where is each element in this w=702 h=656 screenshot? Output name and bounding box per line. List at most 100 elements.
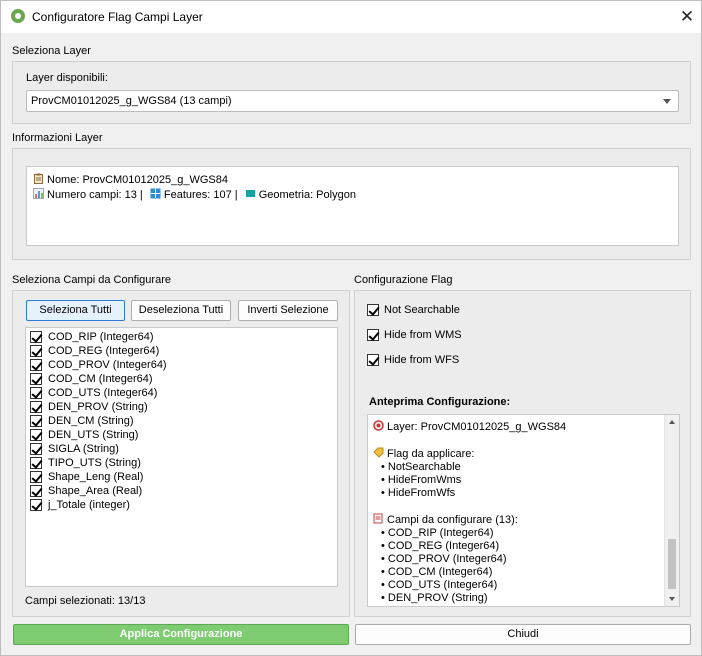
checkbox-icon[interactable] — [30, 415, 42, 427]
checkbox-icon[interactable] — [30, 485, 42, 497]
qgis-logo-icon — [11, 9, 25, 23]
layer-info-box: Nome: ProvCM01012025_g_WGS84 Numero camp… — [26, 166, 679, 246]
checkbox-icon[interactable] — [30, 471, 42, 483]
preview-bullet-item: • HideFromWfs — [373, 487, 663, 500]
flag-hide-wms-label: Hide from WMS — [384, 329, 462, 341]
section-title-layer: Seleziona Layer — [12, 45, 91, 57]
field-label: COD_RIP (Integer64) — [48, 331, 154, 343]
polygon-icon — [245, 190, 255, 197]
preview-fields-heading: Campi da configurare (13): — [373, 513, 663, 527]
bullet-icon: • — [381, 487, 388, 499]
scroll-up-icon[interactable] — [669, 420, 675, 424]
checkbox-icon[interactable] — [30, 457, 42, 469]
layer-dropdown-value: ProvCM01012025_g_WGS84 (13 campi) — [31, 95, 232, 107]
deselect-all-button[interactable]: Deseleziona Tutti — [131, 300, 231, 321]
layer-name-text: Nome: ProvCM01012025_g_WGS84 — [47, 174, 228, 186]
bullet-text: DEN_PROV (String) — [387, 592, 488, 604]
title-bar: Configuratore Flag Campi Layer ✕ — [1, 1, 701, 33]
flag-not-searchable[interactable]: Not Searchable — [367, 302, 460, 318]
field-checkbox-row[interactable]: Shape_Leng (Real) — [26, 470, 337, 484]
checkbox-icon[interactable] — [30, 345, 42, 357]
bullet-text: COD_REG (Integer64) — [387, 540, 500, 552]
field-checkbox-row[interactable]: DEN_PROV (String) — [26, 400, 337, 414]
preview-flags-heading-text: Flag da applicare: — [387, 448, 475, 460]
field-checkbox-row[interactable]: COD_RIP (Integer64) — [26, 330, 337, 344]
field-checkbox-row[interactable]: DEN_UTS (String) — [26, 428, 337, 442]
preview-fields-heading-text: Campi da configurare (13): — [387, 514, 518, 526]
section-title-fields: Seleziona Campi da Configurare — [12, 274, 171, 286]
field-checkbox-row[interactable]: COD_REG (Integer64) — [26, 344, 337, 358]
checkbox-icon[interactable] — [30, 429, 42, 441]
checkbox-icon[interactable] — [367, 354, 379, 366]
checkbox-icon[interactable] — [30, 401, 42, 413]
field-checkbox-row[interactable]: TIPO_UTS (String) — [26, 456, 337, 470]
field-checkbox-row[interactable]: j_Totale (integer) — [26, 498, 337, 512]
layer-select-label: Layer disponibili: — [26, 72, 108, 84]
bullet-text: NotSearchable — [387, 461, 461, 473]
preview-scrollbar[interactable] — [664, 415, 679, 606]
field-label: TIPO_UTS (String) — [48, 457, 141, 469]
layer-name-line: Nome: ProvCM01012025_g_WGS84 — [33, 173, 672, 188]
field-checkbox-row[interactable]: DEN_CM (String) — [26, 414, 337, 428]
layer-dropdown[interactable]: ProvCM01012025_g_WGS84 (13 campi) — [26, 90, 679, 112]
checkbox-icon[interactable] — [30, 359, 42, 371]
bullet-text: COD_CM (Integer64) — [387, 566, 493, 578]
preview-bullet-item: • HideFromWms — [373, 474, 663, 487]
preview-bullet-item: • COD_CM (Integer64) — [373, 566, 663, 579]
bullet-icon: • — [381, 540, 388, 552]
preview-layer-text: Layer: ProvCM01012025_g_WGS84 — [387, 421, 567, 433]
flag-hide-wms[interactable]: Hide from WMS — [367, 327, 462, 343]
geometry-text: Geometria: Polygon — [258, 189, 356, 201]
field-label: COD_UTS (Integer64) — [48, 387, 158, 399]
preview-bullet-item: • COD_PROV (Integer64) — [373, 553, 663, 566]
target-icon — [373, 420, 384, 431]
bullet-icon: • — [381, 566, 388, 578]
preview-bullet-item: • DEN_PROV (String) — [373, 592, 663, 605]
close-dialog-button[interactable]: Chiudi — [355, 624, 691, 645]
section-title-info: Informazioni Layer — [12, 132, 103, 144]
bullet-icon: • — [381, 579, 388, 591]
tag-icon — [373, 447, 384, 458]
field-checkbox-row[interactable]: COD_CM (Integer64) — [26, 372, 337, 386]
invert-selection-button[interactable]: Inverti Selezione — [238, 300, 338, 321]
memo-icon — [373, 513, 383, 524]
bullet-text: HideFromWms — [387, 474, 462, 486]
scroll-down-icon[interactable] — [669, 597, 675, 601]
field-checkbox-row[interactable]: SIGLA (String) — [26, 442, 337, 456]
preview-content: Layer: ProvCM01012025_g_WGS84 Flag da ap… — [373, 420, 663, 605]
checkbox-icon[interactable] — [30, 331, 42, 343]
clipboard-icon — [34, 173, 43, 184]
scroll-thumb[interactable] — [668, 539, 676, 589]
preview-box[interactable]: Layer: ProvCM01012025_g_WGS84 Flag da ap… — [367, 414, 680, 607]
bar-chart-icon — [33, 188, 44, 199]
preview-layer-line: Layer: ProvCM01012025_g_WGS84 — [373, 420, 663, 434]
bullet-icon: • — [381, 553, 388, 565]
checkbox-icon[interactable] — [30, 387, 42, 399]
bullet-icon: • — [381, 527, 388, 539]
field-label: DEN_UTS (String) — [48, 429, 139, 441]
checkbox-icon[interactable] — [30, 443, 42, 455]
fields-count-text: Numero campi: 13 | — [47, 189, 143, 201]
bullet-icon: • — [381, 461, 388, 473]
flag-hide-wfs[interactable]: Hide from WFS — [367, 352, 459, 368]
grid-icon — [150, 188, 161, 199]
field-label: j_Totale (integer) — [48, 499, 130, 511]
field-checkbox-row[interactable]: COD_UTS (Integer64) — [26, 386, 337, 400]
field-checkbox-row[interactable]: COD_PROV (Integer64) — [26, 358, 337, 372]
apply-configuration-button[interactable]: Applica Configurazione — [13, 624, 349, 645]
field-label: COD_CM (Integer64) — [48, 373, 153, 385]
layer-stats-line: Numero campi: 13 | Features: 107 | Geome… — [33, 188, 672, 203]
checkbox-icon[interactable] — [367, 304, 379, 316]
fields-list[interactable]: COD_RIP (Integer64) COD_REG (Integer64) CO… — [25, 327, 338, 587]
select-all-button[interactable]: Seleziona Tutti — [26, 300, 125, 321]
selected-count: Campi selezionati: 13/13 — [25, 595, 146, 607]
field-checkbox-row[interactable]: Shape_Area (Real) — [26, 484, 337, 498]
flag-not-searchable-label: Not Searchable — [384, 304, 460, 316]
bullet-icon: • — [381, 592, 388, 604]
checkbox-icon[interactable] — [30, 373, 42, 385]
window-close-button[interactable]: ✕ — [673, 1, 701, 33]
bullet-text: HideFromWfs — [387, 487, 456, 499]
checkbox-icon[interactable] — [367, 329, 379, 341]
checkbox-icon[interactable] — [30, 499, 42, 511]
